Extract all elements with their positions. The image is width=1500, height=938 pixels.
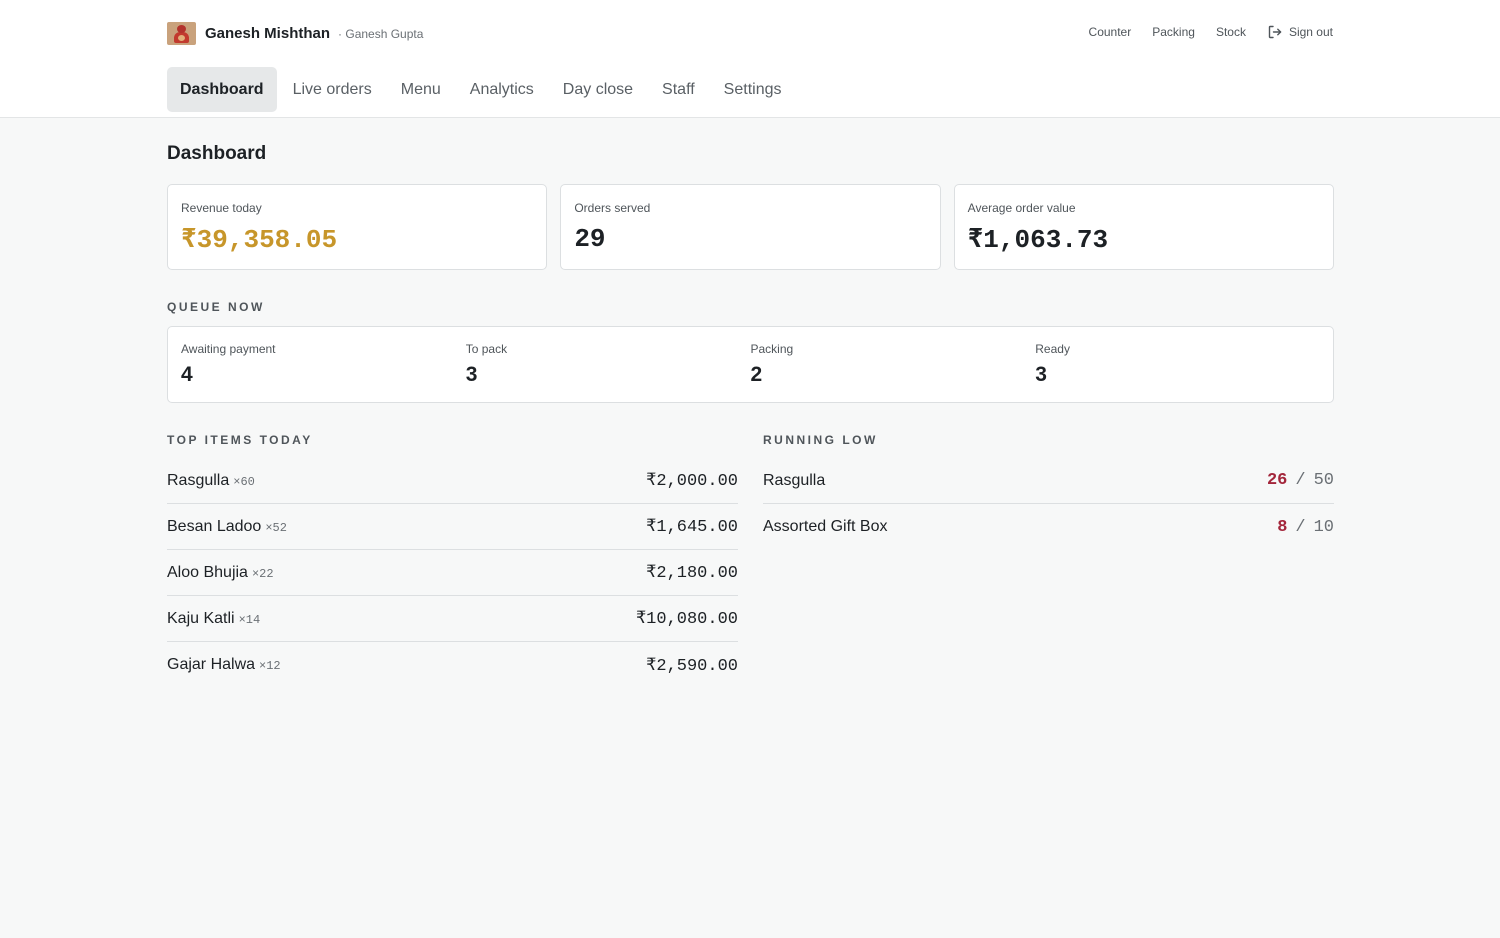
- stock-max: 50: [1313, 471, 1334, 490]
- tab-live-orders[interactable]: Live orders: [280, 67, 385, 112]
- item-name: Aloo Bhujia: [167, 563, 248, 581]
- item-name: Kaju Katli: [167, 609, 235, 627]
- queue-label: Awaiting payment: [181, 342, 276, 356]
- tab-staff[interactable]: Staff: [649, 67, 708, 112]
- running-low-list: Rasgulla 26 / 50 Assorted Gift Box 8 / 10: [763, 458, 1334, 550]
- brand-name: Ganesh Mishthan: [205, 25, 331, 42]
- top-items-list: Rasgulla ×60 ₹2,000.00 Besan Ladoo ×52 ₹1,…: [167, 458, 738, 688]
- main-tabs: Dashboard Live orders Menu Analytics Day…: [167, 66, 1333, 112]
- stock-item-name: Rasgulla: [763, 471, 826, 489]
- queue-ready: Ready 3: [1035, 342, 1320, 387]
- current-user: · Ganesh Gupta: [338, 26, 424, 41]
- running-low-title: RUNNING LOW: [763, 433, 878, 447]
- item-amount: ₹1,645.00: [646, 518, 738, 537]
- kpi-label: Revenue today: [181, 201, 262, 215]
- kpi-revenue-value: ₹39,358.05: [181, 225, 338, 255]
- item-amount: ₹2,180.00: [646, 564, 738, 583]
- list-item: Rasgulla 26 / 50: [763, 458, 1334, 504]
- queue-to-pack: To pack 3: [466, 342, 751, 387]
- stock-level: 8 / 10: [1277, 518, 1334, 537]
- queue-label: Packing: [750, 342, 794, 356]
- item-qty: ×60: [233, 474, 255, 489]
- queue-count: 3: [465, 363, 478, 386]
- topbar: Ganesh Mishthan · Ganesh Gupta Counter P…: [167, 0, 1333, 66]
- queue-panel: Awaiting payment 4 To pack 3 Packing 2 R…: [167, 326, 1334, 403]
- nav-counter-link[interactable]: Counter: [1089, 25, 1132, 39]
- item-qty: ×22: [251, 566, 274, 581]
- brand[interactable]: Ganesh Mishthan · Ganesh Gupta: [167, 22, 423, 45]
- nav-packing-link[interactable]: Packing: [1152, 25, 1195, 39]
- queue-label: Ready: [1035, 342, 1070, 356]
- kpi-label: Average order value: [967, 201, 1076, 215]
- item-amount: ₹10,080.00: [635, 610, 738, 629]
- stock-separator: /: [1295, 471, 1306, 490]
- queue-count: 2: [750, 363, 763, 386]
- tab-analytics[interactable]: Analytics: [457, 67, 547, 112]
- list-item: Aloo Bhujia ×22 ₹2,180.00: [167, 550, 738, 596]
- stock-item-name: Assorted Gift Box: [763, 518, 888, 535]
- stock-current: 8: [1277, 517, 1288, 537]
- tab-dashboard[interactable]: Dashboard: [167, 66, 277, 112]
- list-item: Rasgulla ×60 ₹2,000.00: [167, 458, 738, 504]
- tab-day-close[interactable]: Day close: [550, 67, 646, 112]
- queue-section-title: QUEUE NOW: [167, 300, 265, 314]
- kpi-aov-card: Average order value ₹1,063.73: [953, 184, 1334, 270]
- stock-level: 26 / 50: [1267, 471, 1334, 490]
- queue-count: 3: [1035, 363, 1047, 386]
- list-item: Gajar Halwa ×12 ₹2,590.00: [167, 642, 738, 688]
- item-qty: ×14: [238, 612, 261, 627]
- queue-awaiting-payment: Awaiting payment 4: [181, 342, 466, 387]
- tab-menu[interactable]: Menu: [388, 67, 454, 112]
- top-nav: Counter Packing Stock Sign out: [1068, 24, 1333, 40]
- queue-label: To pack: [465, 342, 508, 356]
- tab-settings[interactable]: Settings: [711, 67, 795, 112]
- page-title: Dashboard: [167, 143, 267, 164]
- app-header: Ganesh Mishthan · Ganesh Gupta Counter P…: [0, 0, 1500, 118]
- kpi-orders-value: 29: [574, 224, 606, 254]
- item-qty: ×12: [259, 659, 281, 673]
- sign-out-button[interactable]: Sign out: [1267, 24, 1333, 40]
- item-name: Rasgulla: [167, 471, 230, 489]
- item-qty: ×52: [265, 520, 287, 535]
- list-item: Assorted Gift Box 8 / 10: [763, 504, 1334, 550]
- queue-packing: Packing 2: [751, 342, 1036, 387]
- stock-separator: /: [1295, 517, 1306, 537]
- kpi-revenue-card: Revenue today ₹39,358.05: [167, 184, 548, 270]
- nav-stock-link[interactable]: Stock: [1216, 25, 1246, 39]
- top-items-title: TOP ITEMS TODAY: [167, 433, 313, 447]
- list-item: Besan Ladoo ×52 ₹1,645.00: [167, 504, 738, 550]
- kpi-orders-card: Orders served 29: [560, 184, 941, 270]
- queue-count: 4: [181, 363, 193, 386]
- stock-current: 26: [1266, 471, 1288, 490]
- stock-max: 10: [1313, 517, 1334, 537]
- item-name: Besan Ladoo: [167, 517, 262, 535]
- ganesh-logo-icon: [167, 22, 196, 45]
- item-amount: ₹2,000.00: [646, 472, 738, 491]
- kpi-cards: Revenue today ₹39,358.05 Orders served 2…: [167, 184, 1334, 270]
- item-name: Gajar Halwa: [167, 656, 256, 673]
- item-amount: ₹2,590.00: [646, 656, 738, 676]
- kpi-label: Orders served: [574, 201, 651, 215]
- sign-out-icon: [1268, 25, 1282, 39]
- list-item: Kaju Katli ×14 ₹10,080.00: [167, 596, 738, 642]
- kpi-aov-value: ₹1,063.73: [967, 225, 1109, 255]
- sign-out-label: Sign out: [1288, 25, 1333, 39]
